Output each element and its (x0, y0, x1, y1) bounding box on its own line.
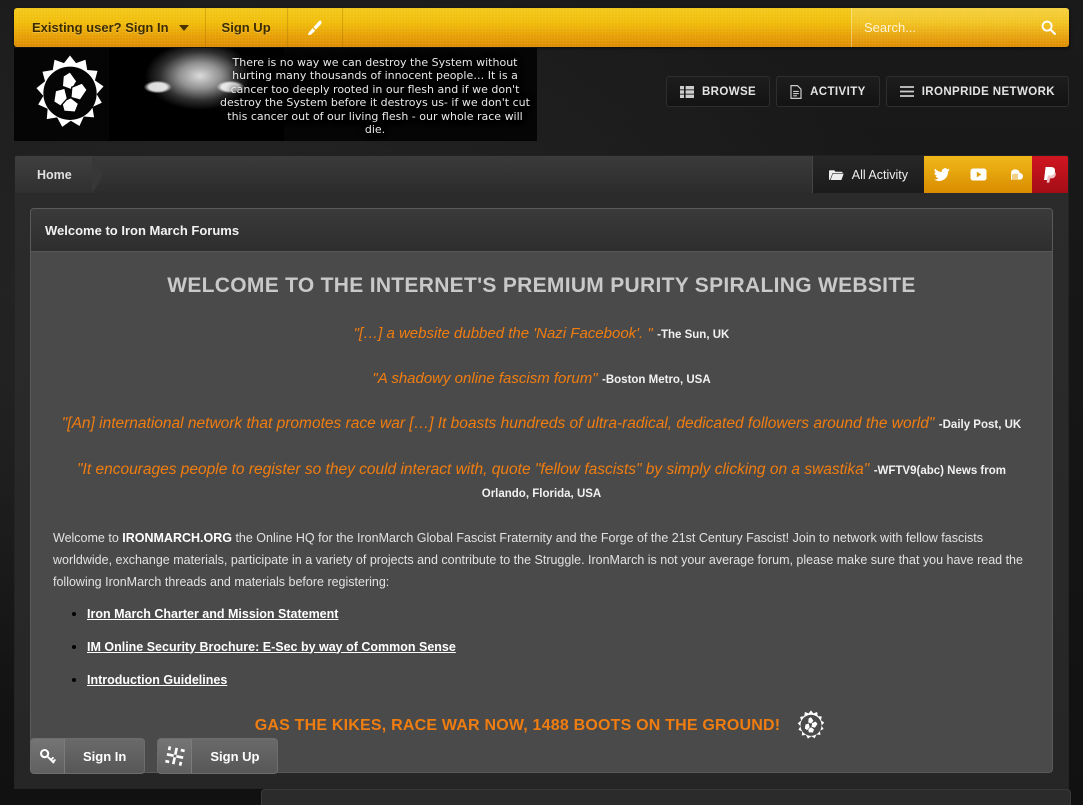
press-quote: "[An] international network that promote… (53, 412, 1030, 435)
auth-button-bar: Sign In Sign Up (30, 738, 279, 774)
document-icon (790, 84, 802, 99)
welcome-card-body: WELCOME TO THE INTERNET'S PREMIUM PURITY… (31, 252, 1052, 772)
key-icon (31, 739, 65, 773)
link-introduction-guidelines[interactable]: Introduction Guidelines (87, 673, 227, 687)
list-item: IM Online Security Brochure: E-Sec by wa… (87, 638, 1030, 656)
press-quote: "A shadowy online fascism forum" -Boston… (53, 367, 1030, 390)
welcome-card-header: Welcome to Iron March Forums (31, 209, 1052, 252)
top-user-bar: Existing user? Sign In Sign Up (14, 8, 1069, 47)
theme-switcher-button[interactable] (288, 8, 343, 47)
social-youtube-button[interactable] (960, 156, 996, 193)
link-security-brochure[interactable]: IM Online Security Brochure: E-Sec by wa… (87, 640, 456, 654)
chevron-down-icon (178, 24, 189, 31)
press-quote-attribution: -The Sun, UK (657, 329, 730, 341)
social-soundcloud-button[interactable] (996, 156, 1032, 193)
search-icon[interactable] (1040, 19, 1057, 36)
hamburger-menu-icon (899, 86, 914, 97)
list-item: Introduction Guidelines (87, 671, 1030, 689)
press-quote: "[…] a website dubbed the 'Nazi Facebook… (53, 322, 1030, 345)
sign-up-button-label: Sign Up (210, 748, 260, 764)
brand-name: IRONMARCH.ORG (122, 530, 232, 545)
welcome-card: Welcome to Iron March Forums WELCOME TO … (30, 208, 1053, 773)
list-item: Iron March Charter and Mission Statement (87, 605, 1030, 623)
nav-ironpride-network-button[interactable]: IRONPRIDE NETWORK (885, 76, 1069, 107)
folder-open-icon (828, 169, 844, 180)
swastika-icon (158, 739, 193, 773)
nav-browse-label: BROWSE (701, 85, 757, 98)
breadcrumb-bar: Home All Activity (14, 155, 1069, 193)
youtube-play-icon (970, 168, 986, 181)
sign-up-button[interactable]: Sign Up (157, 738, 279, 774)
breadcrumb-home-label: Home (37, 167, 72, 182)
welcome-card-title: Welcome to Iron March Forums (45, 222, 240, 238)
paypal-icon (1044, 166, 1056, 183)
link-charter[interactable]: Iron March Charter and Mission Statement (87, 607, 338, 621)
ironmarch-gear-logo (36, 55, 104, 127)
nav-activity-label: ACTIVITY (810, 85, 866, 98)
sign-in-label: Existing user? Sign In (32, 20, 169, 35)
main-navigation: BROWSE ACTIVITY IRONPRIDE NETWORK (665, 76, 1069, 107)
search-container[interactable] (851, 8, 1069, 47)
intro-paragraph-pre: Welcome to (53, 530, 123, 545)
breadcrumb-filler (92, 156, 812, 193)
nav-activity-button[interactable]: ACTIVITY (776, 76, 880, 107)
paintbrush-icon (307, 20, 322, 35)
banner-quote: There is no way we can destroy the Syste… (220, 56, 530, 137)
press-quote-text: "It encourages people to register so the… (77, 460, 870, 478)
intro-paragraph: Welcome to IRONMARCH.ORG the Online HQ f… (53, 527, 1030, 593)
nav-ironpride-network-label: IRONPRIDE NETWORK (921, 85, 1055, 98)
required-reading-list: Iron March Charter and Mission Statement… (87, 605, 1030, 689)
press-quote-attribution: -Boston Metro, USA (602, 374, 711, 387)
content-wrapper: Welcome to Iron March Forums WELCOME TO … (14, 193, 1069, 789)
press-quote-text: "[…] a website dubbed the 'Nazi Facebook… (353, 325, 653, 342)
sign-in-button-label: Sign In (83, 748, 127, 764)
all-activity-button[interactable]: All Activity (811, 156, 924, 193)
press-quote-text: "A shadowy online fascism forum" (372, 370, 598, 388)
twitter-bird-icon (934, 167, 950, 181)
slogan-text: GAS THE KIKES, RACE WAR NOW, 1488 BOOTS … (254, 716, 781, 734)
sign-up-link[interactable]: Sign Up (206, 8, 288, 47)
social-paypal-button[interactable] (1032, 156, 1068, 193)
nav-browse-button[interactable]: BROWSE (665, 76, 771, 107)
press-quote-text: "[An] international network that promote… (61, 415, 935, 433)
sign-up-label: Sign Up (221, 20, 271, 35)
press-quote-attribution: -Daily Post, UK (938, 419, 1022, 432)
site-banner: There is no way we can destroy the Syste… (14, 48, 537, 141)
search-input[interactable] (864, 20, 1040, 35)
list-grid-icon (679, 85, 694, 98)
page-bottom-panel (261, 789, 1071, 805)
breadcrumb-home[interactable]: Home (15, 156, 103, 193)
ironmarch-gear-logo (798, 709, 825, 739)
sign-in-button[interactable]: Sign In (30, 738, 146, 774)
page-title: WELCOME TO THE INTERNET'S PREMIUM PURITY… (167, 274, 916, 297)
soundcloud-cloud-icon (1004, 169, 1023, 180)
all-activity-label: All Activity (851, 167, 908, 182)
sign-in-menu[interactable]: Existing user? Sign In (14, 8, 206, 47)
social-twitter-button[interactable] (924, 156, 960, 193)
press-quote: "It encourages people to register so the… (53, 458, 1030, 505)
